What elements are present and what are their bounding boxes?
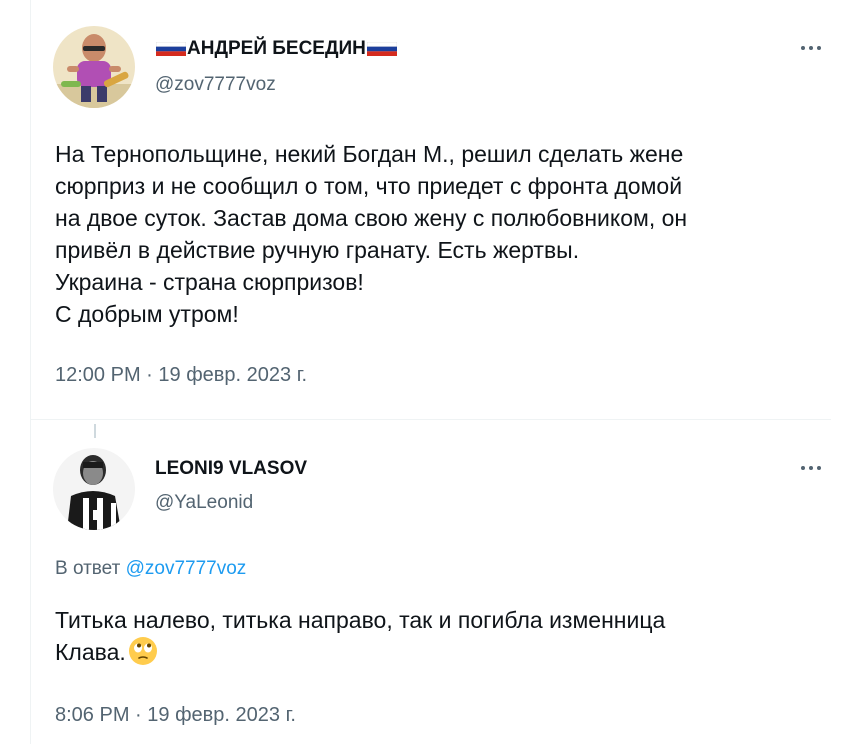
tweet-text-line: сюрприз и не сообщил о том, что приедет … xyxy=(55,173,683,199)
user-handle[interactable]: @zov7777voz xyxy=(155,74,276,96)
tweet-text-line-with-emoji: Клава. xyxy=(55,636,815,668)
display-name[interactable]: LEONI9 VLASOV xyxy=(155,458,307,480)
tweet-date: 19 февр. 2023 г. xyxy=(158,364,308,386)
more-icon xyxy=(801,466,805,470)
display-name[interactable]: АНДРЕЙ БЕСЕДИН xyxy=(155,38,398,60)
tweet-text-line: Клава. xyxy=(55,639,126,665)
more-options-button[interactable] xyxy=(793,456,829,480)
reply-mention-link[interactable]: @zov7777voz xyxy=(126,558,247,579)
more-icon xyxy=(801,46,805,50)
user-handle[interactable]: @YaLeonid xyxy=(155,492,253,514)
tweet-date-link[interactable]: 19 февр. 2023 г. xyxy=(158,364,307,386)
tweet-text-line: Украина - страна сюрпризов! xyxy=(55,269,364,295)
avatar[interactable] xyxy=(53,26,135,108)
tweet-text: Титька налево, титька направо, так и пог… xyxy=(55,604,815,668)
russia-flag-icon xyxy=(366,42,397,56)
tweet-time-link[interactable]: 8:06 PM xyxy=(55,704,129,726)
tweet-date-link[interactable]: 19 февр. 2023 г. xyxy=(147,704,296,726)
reply-context: В ответ @zov7777voz xyxy=(55,558,246,580)
display-name-text: LEONI9 VLASOV xyxy=(155,458,308,479)
tweet-text: На Тернопольщине, некий Богдан М., решил… xyxy=(55,138,815,330)
tweet-text-line: на двое суток. Застав дома свою жену с п… xyxy=(55,205,688,231)
tweet-text-line: С добрым утром! xyxy=(55,301,239,327)
tweet-text-line: привёл в действие ручную гранату. Есть ж… xyxy=(55,237,580,263)
tweet-time: 8:06 PM xyxy=(55,704,130,726)
main-tweet: АНДРЕЙ БЕСЕДИН @zov7777voz На Тернопольщ… xyxy=(31,0,831,420)
more-icon-dot xyxy=(817,46,821,50)
tweet-text-line: Титька налево, титька направо, так и пог… xyxy=(55,607,666,633)
timestamp-separator: · xyxy=(135,704,142,726)
tweet-time-link[interactable]: 12:00 PM xyxy=(55,364,141,386)
tweet-date: 19 февр. 2023 г. xyxy=(147,704,296,726)
avatar[interactable] xyxy=(53,448,135,530)
reply-context-prefix: В ответ xyxy=(55,558,121,579)
tweet-timestamp: 8:06 PM · 19 февр. 2023 г. xyxy=(55,704,296,727)
tweet-timestamp: 12:00 PM · 19 февр. 2023 г. xyxy=(55,364,307,387)
more-icon-dot xyxy=(809,466,813,470)
tweet-thread: АНДРЕЙ БЕСЕДИН @zov7777voz На Тернопольщ… xyxy=(0,0,850,744)
reply-tweet: LEONI9 VLASOV @YaLeonid В ответ @zov7777… xyxy=(31,420,831,744)
timestamp-separator: · xyxy=(146,364,153,386)
russia-flag-icon xyxy=(156,42,186,56)
tweet-time: 12:00 PM xyxy=(55,364,141,386)
tweet-text-line: На Тернопольщине, некий Богдан М., решил… xyxy=(55,141,684,167)
more-options-button[interactable] xyxy=(793,36,829,60)
more-icon-dot xyxy=(817,466,821,470)
display-name-text: АНДРЕЙ БЕСЕДИН xyxy=(187,38,366,59)
more-icon-dot xyxy=(809,46,813,50)
face-with-rolling-eyes-emoji-icon xyxy=(128,637,157,665)
